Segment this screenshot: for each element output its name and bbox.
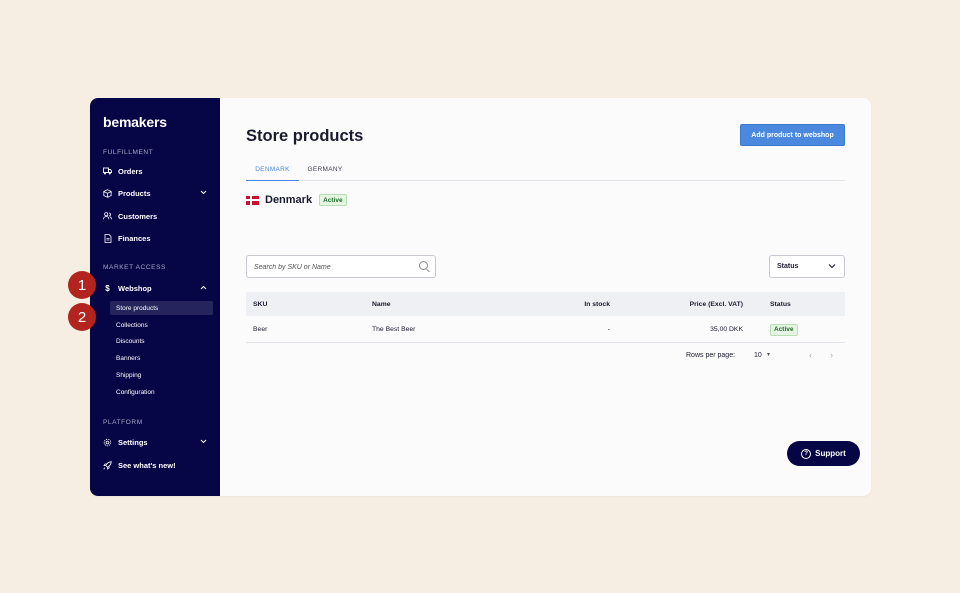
tab-germany[interactable]: GERMANY: [299, 158, 351, 181]
box-icon: [103, 188, 112, 198]
cell-name: The Best Beer: [372, 326, 416, 333]
sidebar-item-label: Webshop: [118, 283, 152, 293]
sidebar-subitem-banners[interactable]: Banners: [110, 351, 213, 365]
sidebar-item-orders[interactable]: Orders: [103, 164, 209, 178]
main-content: Store products Add product to webshop DE…: [220, 98, 871, 496]
column-header-price[interactable]: Price (Excl. VAT): [646, 292, 743, 316]
sidebar-item-label: Products: [118, 188, 151, 198]
sidebar-item-label: Orders: [118, 166, 143, 176]
section-label-market-access: MARKET ACCESS: [103, 264, 166, 271]
section-label-platform: PLATFORM: [103, 419, 143, 426]
page-title: Store products: [246, 127, 364, 145]
status-filter-select[interactable]: Status: [769, 255, 845, 278]
logo: bemakers: [103, 114, 167, 130]
cell-in-stock: -: [607, 326, 610, 333]
sidebar-subitem-shipping[interactable]: Shipping: [110, 368, 213, 382]
cell-sku: Beer: [253, 326, 268, 333]
sidebar-subitem-discounts[interactable]: Discounts: [110, 334, 213, 348]
sidebar-item-label: See what's new!: [118, 460, 176, 470]
status-badge: Active: [319, 194, 347, 206]
gear-icon: [103, 438, 112, 447]
sidebar-item-label: Finances: [118, 233, 151, 243]
sidebar-item-label: Customers: [118, 211, 158, 221]
country-name: Denmark: [265, 194, 313, 206]
pagination: Rows per page: 10 ▾ ‹ ›: [246, 350, 845, 364]
step-marker-2: 2: [68, 303, 96, 331]
chevron-left-icon[interactable]: ‹: [809, 350, 812, 360]
column-header-name[interactable]: Name: [372, 292, 391, 316]
products-table: SKU Name In stock Price (Excl. VAT) Stat…: [246, 292, 845, 343]
column-header-sku[interactable]: SKU: [253, 292, 267, 316]
country-header: Denmark Active: [246, 194, 347, 206]
sidebar-item-webshop[interactable]: $ Webshop: [103, 281, 209, 295]
section-label-fulfillment: FULFILLMENT: [103, 149, 154, 156]
status-filter-label: Status: [777, 263, 799, 270]
step-marker-1: 1: [68, 271, 96, 299]
chevron-down-icon: [200, 437, 207, 446]
country-tabs: DENMARK GERMANY: [246, 158, 845, 181]
support-label: Support: [815, 449, 846, 458]
sidebar: bemakers FULFILLMENT Orders Products Cus…: [90, 98, 220, 496]
caret-down-icon[interactable]: ▾: [767, 351, 770, 358]
chevron-up-icon: [200, 283, 207, 292]
sidebar-item-whats-new[interactable]: See what's new!: [103, 458, 209, 472]
cell-price: 35,00 DKK: [710, 326, 743, 333]
sidebar-item-label: Settings: [118, 437, 148, 447]
rows-per-page-select[interactable]: 10: [754, 352, 762, 359]
denmark-flag-icon: [246, 195, 259, 205]
app-window: bemakers FULFILLMENT Orders Products Cus…: [90, 98, 871, 496]
search-input[interactable]: [254, 261, 414, 273]
sidebar-item-settings[interactable]: Settings: [103, 435, 209, 449]
sidebar-item-products[interactable]: Products: [103, 186, 209, 200]
sidebar-subitem-store-products[interactable]: Store products: [110, 301, 213, 315]
sidebar-item-finances[interactable]: Finances: [103, 231, 209, 245]
users-icon: [103, 212, 112, 221]
add-product-button[interactable]: Add product to webshop: [740, 124, 845, 146]
truck-icon: [103, 167, 112, 176]
search-icon[interactable]: [419, 261, 428, 270]
table-header: SKU Name In stock Price (Excl. VAT) Stat…: [246, 292, 845, 316]
search-box: [246, 255, 436, 278]
chevron-down-icon: [200, 188, 207, 197]
table-row[interactable]: Beer The Best Beer - 35,00 DKK Active: [246, 316, 845, 343]
sidebar-subitem-configuration[interactable]: Configuration: [110, 385, 213, 399]
help-icon: ?: [801, 448, 812, 459]
column-header-status[interactable]: Status: [770, 292, 791, 316]
support-button[interactable]: ? Support: [787, 441, 860, 466]
rocket-icon: [103, 460, 112, 470]
column-header-in-stock[interactable]: In stock: [546, 292, 610, 316]
sidebar-item-customers[interactable]: Customers: [103, 209, 209, 223]
sidebar-subitem-collections[interactable]: Collections: [110, 318, 213, 332]
chevron-right-icon[interactable]: ›: [830, 350, 833, 360]
rows-per-page-label: Rows per page:: [686, 352, 736, 359]
document-icon: [103, 233, 112, 243]
status-badge: Active: [770, 323, 798, 336]
tab-denmark[interactable]: DENMARK: [246, 158, 299, 181]
chevron-down-icon: [828, 262, 836, 271]
dollar-icon: $: [105, 283, 110, 293]
